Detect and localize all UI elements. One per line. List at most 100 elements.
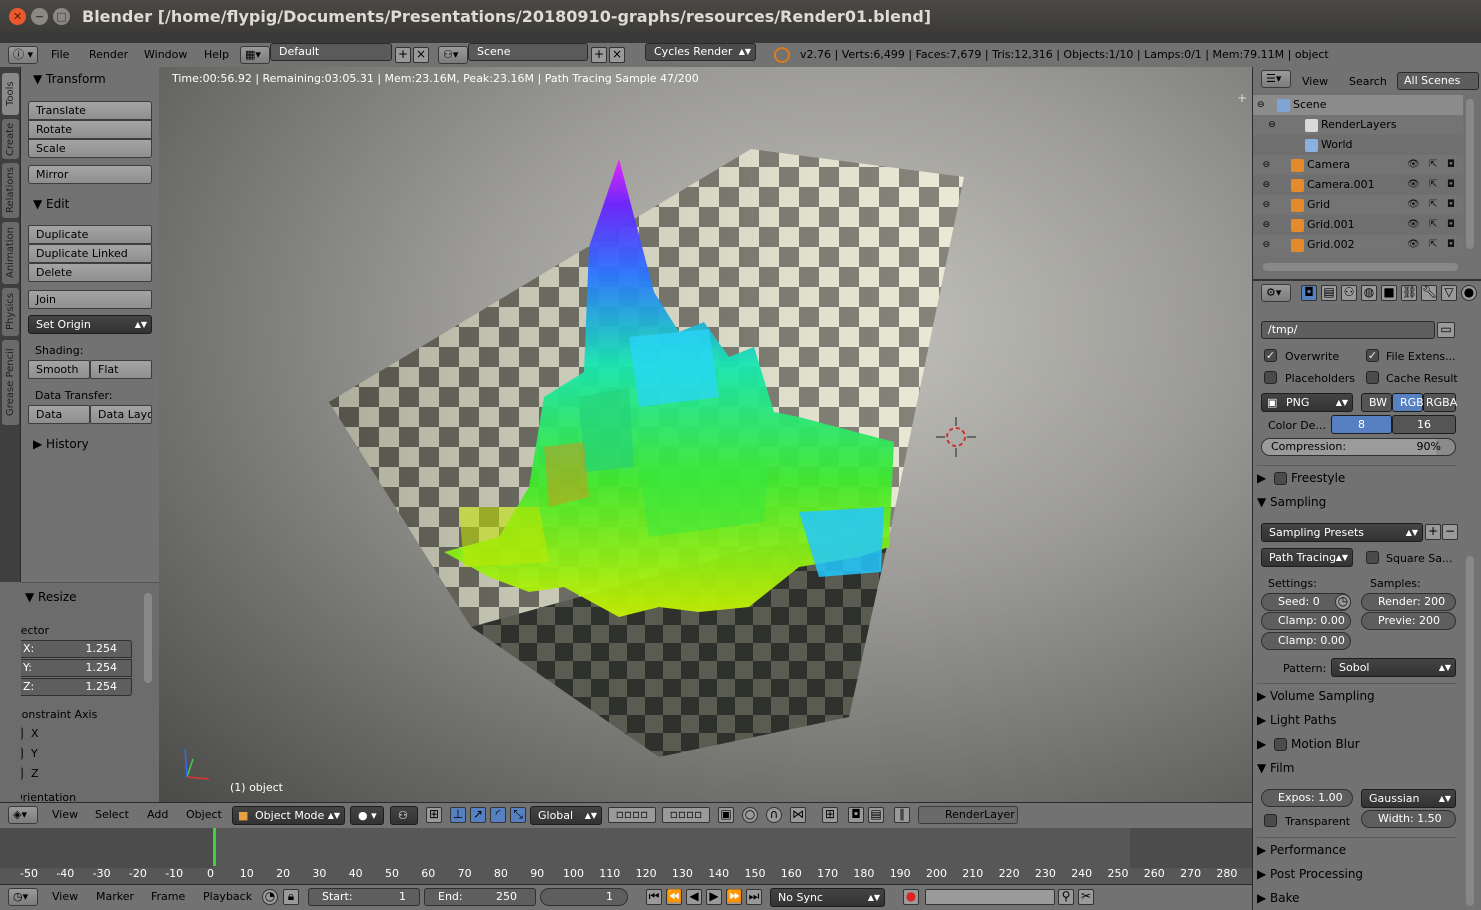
lock-icon[interactable]: 🔒︎	[283, 889, 299, 905]
transform-panel-header[interactable]: ▼ Transform	[21, 69, 159, 89]
menu-frame[interactable]: Frame	[151, 890, 185, 903]
outliner-item[interactable]: ⊖ Camera.001 👁︎ ⇱ ◘	[1253, 175, 1463, 195]
render-still-icon[interactable]: ◘	[848, 807, 864, 823]
record-icon[interactable]: ●	[903, 889, 919, 905]
play-reverse-icon[interactable]: ◀	[686, 889, 702, 905]
world-tab-icon[interactable]: ◍	[1361, 285, 1377, 301]
render-visibility-icon[interactable]: ◘	[1447, 235, 1455, 255]
outliner-filter-select[interactable]: All Scenes	[1397, 72, 1479, 90]
menu-select[interactable]: Select	[95, 808, 129, 821]
outliner-menu-search[interactable]: Search	[1349, 75, 1387, 88]
add-preset-icon[interactable]: +	[1425, 524, 1441, 540]
cursor-select-icon[interactable]: ⇱	[1429, 235, 1437, 255]
menu-marker[interactable]: Marker	[96, 890, 134, 903]
integrator-select[interactable]: Path Tracing ▲▼	[1261, 548, 1353, 567]
snap-grid-icon[interactable]: ⊞	[822, 807, 838, 823]
clamp-indirect-field[interactable]: Clamp: 0.00	[1261, 632, 1351, 650]
freestyle-checkbox[interactable]	[1274, 472, 1288, 485]
prev-keyframe-icon[interactable]: ⏪	[666, 889, 682, 905]
flat-button[interactable]: Flat	[90, 360, 152, 379]
duplicate-button[interactable]: Duplicate	[28, 225, 152, 244]
modifier-tab-icon[interactable]: 🔧︎	[1421, 285, 1437, 301]
depth-8-button[interactable]: 8	[1331, 415, 1392, 434]
film-panel-header[interactable]: ▼ Film	[1257, 758, 1457, 778]
resize-panel-header[interactable]: ▼ Resize	[13, 587, 151, 607]
tab-relations[interactable]: Relations	[2, 163, 19, 218]
history-panel-header[interactable]: ▶ History	[21, 434, 159, 454]
eye-icon[interactable]: 👁︎	[1407, 175, 1420, 195]
outliner-item[interactable]: ⊖ Grid.001 👁︎ ⇱ ◘	[1253, 215, 1463, 235]
outliner-item[interactable]: ⊖ Grid.002 👁︎ ⇱ ◘	[1253, 235, 1463, 255]
output-path-field[interactable]: /tmp/	[1261, 321, 1435, 339]
menu-window[interactable]: Window	[144, 48, 187, 61]
sampling-panel-header[interactable]: ▼ Sampling	[1257, 492, 1457, 512]
properties-scrollbar[interactable]	[1466, 556, 1474, 906]
overwrite-checkbox[interactable]: ✓	[1264, 349, 1277, 362]
data-button[interactable]: Data	[28, 405, 90, 424]
render-anim-icon[interactable]: ▤	[868, 807, 884, 823]
transparent-checkbox[interactable]	[1264, 814, 1277, 827]
translate-manip-icon[interactable]: ↗	[470, 807, 486, 823]
expand-icon[interactable]: ⊖	[1263, 235, 1271, 255]
rotate-manip-icon[interactable]: ◜	[490, 807, 506, 823]
insert-keyframe-icon[interactable]: ⚲	[1058, 889, 1074, 905]
expand-icon[interactable]: ⊖	[1263, 155, 1271, 175]
current-frame-line[interactable]	[213, 828, 216, 866]
render-samples-field[interactable]: Render: 200	[1361, 593, 1456, 611]
menu-view[interactable]: View	[52, 808, 78, 821]
manipulator-icon[interactable]: ⊥	[450, 807, 466, 823]
proportional-edit-icon[interactable]: ○	[742, 807, 758, 823]
timeline[interactable]: -50 -40 -30 -20 -10 0 10 20 30 40 50 60 70 80 90 100 110…	[0, 828, 1252, 884]
pattern-select[interactable]: Sobol ▲▼	[1331, 658, 1456, 677]
light-paths-panel-header[interactable]: ▶ Light Paths	[1257, 710, 1457, 730]
outliner-item[interactable]: ⊖ RenderLayers	[1253, 115, 1463, 135]
editor-type-properties-icon[interactable]: ⚙▾	[1261, 284, 1291, 302]
layout-icon[interactable]: ▦▾	[240, 46, 270, 64]
preview-range-icon[interactable]: ◔	[262, 889, 278, 905]
translate-button[interactable]: Translate	[28, 101, 152, 120]
depth-16-button[interactable]: 16	[1392, 415, 1456, 434]
join-button[interactable]: Join	[28, 290, 152, 309]
eye-icon[interactable]: 👁︎	[1407, 155, 1420, 175]
remove-scene-icon[interactable]: ×	[609, 47, 625, 63]
start-frame-field[interactable]: Start: 1	[308, 888, 420, 906]
cursor-select-icon[interactable]: ⇱	[1429, 155, 1437, 175]
square-samples-checkbox[interactable]	[1366, 551, 1379, 564]
expand-icon[interactable]: ⊖	[1263, 195, 1271, 215]
render-visibility-icon[interactable]: ◘	[1447, 175, 1455, 195]
outliner-item[interactable]: ⊖ Camera 👁︎ ⇱ ◘	[1253, 155, 1463, 175]
freestyle-panel-header[interactable]: ▶ Freestyle	[1257, 468, 1457, 488]
tab-grease-pencil[interactable]: Grease Pencil	[2, 340, 19, 425]
delete-keyframe-icon[interactable]: ✂	[1078, 889, 1094, 905]
orientation-select[interactable]: Global ▲▼	[530, 806, 602, 825]
render-layer-select[interactable]: RenderLayer	[918, 806, 1018, 824]
data-layout-button[interactable]: Data Layo	[90, 405, 152, 424]
menu-file[interactable]: File	[51, 48, 69, 61]
editor-type-3dview-icon[interactable]: ◈▾	[8, 806, 38, 824]
viewport-shading-select[interactable]: ● ▾	[350, 806, 384, 825]
placeholders-checkbox[interactable]	[1264, 371, 1277, 384]
layers-2-icon[interactable]: ▫▫▫▫	[662, 807, 710, 823]
post-processing-panel-header[interactable]: ▶ Post Processing	[1257, 864, 1457, 884]
scale-manip-icon[interactable]: ⤡	[510, 807, 526, 823]
eye-icon[interactable]: 👁︎	[1407, 235, 1420, 255]
viewport-plus-icon[interactable]: +	[1237, 91, 1247, 105]
magnet-icon[interactable]: ∩	[766, 807, 782, 823]
render-visibility-icon[interactable]: ◘	[1447, 155, 1455, 175]
editor-type-outliner-icon[interactable]: ☰▾	[1261, 70, 1291, 88]
menu-add[interactable]: Add	[147, 808, 168, 821]
menu-view-timeline[interactable]: View	[52, 890, 78, 903]
exposure-field[interactable]: Expos: 1.00	[1261, 789, 1353, 807]
cache-result-checkbox[interactable]	[1366, 371, 1379, 384]
rgb-button[interactable]: RGB	[1392, 393, 1424, 412]
scene-selector[interactable]: Scene	[468, 43, 588, 61]
menu-playback[interactable]: Playback	[203, 890, 252, 903]
motion-blur-panel-header[interactable]: ▶ Motion Blur	[1257, 734, 1457, 754]
expand-icon[interactable]: ⊖	[1263, 215, 1271, 235]
constraint-tab-icon[interactable]: ⛓	[1401, 285, 1417, 301]
browse-folder-icon[interactable]: ▭	[1437, 322, 1455, 338]
3d-cursor-icon[interactable]	[936, 417, 976, 457]
tab-create[interactable]: Create	[2, 119, 19, 159]
layout-selector[interactable]: Default	[270, 43, 392, 61]
set-origin-select[interactable]: Set Origin ▲▼	[28, 315, 152, 334]
